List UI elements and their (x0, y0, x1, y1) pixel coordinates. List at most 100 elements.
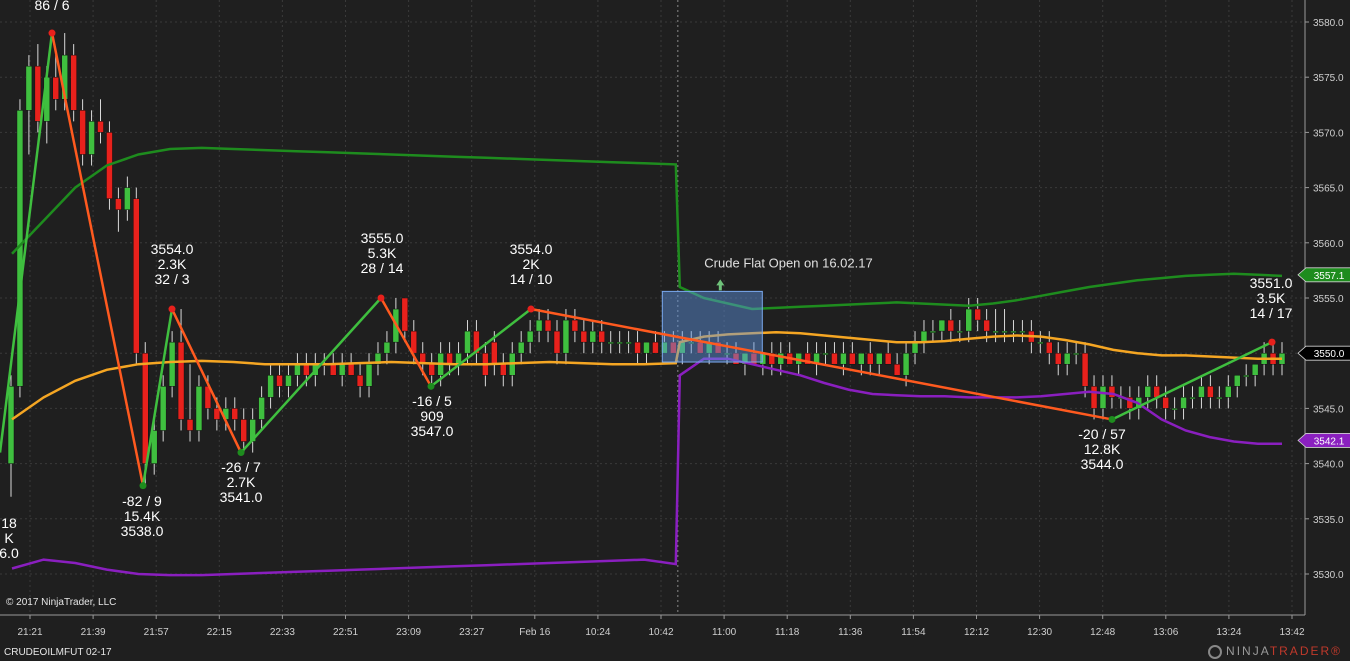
zigzag-point (1268, 338, 1276, 346)
candle-body (902, 352, 910, 376)
swing-label: -20 / 5712.8K3544.0 (1078, 426, 1126, 472)
candle-body (231, 408, 239, 420)
swing-label-line: K (4, 530, 14, 546)
candle-body (133, 198, 140, 354)
zigzag-point (168, 305, 176, 313)
x-tick-label: 11:18 (775, 627, 800, 638)
candle-body (607, 341, 614, 344)
x-tick-label: 12:30 (1027, 627, 1052, 638)
x-tick-label: 11:36 (838, 627, 863, 638)
candle-body (383, 341, 391, 354)
x-tick-label: 13:24 (1216, 627, 1241, 638)
candle-body (115, 198, 122, 210)
zigzag-point (48, 29, 56, 37)
candle-body (1099, 386, 1107, 409)
candle-body (1242, 375, 1250, 378)
candle-body (867, 352, 874, 365)
swing-label: -82 / 915.4K3538.0 (121, 493, 164, 539)
candle-body (186, 419, 194, 431)
x-tick-label: 22:33 (270, 627, 295, 638)
swing-label-line: 3554.0 (510, 241, 553, 257)
y-tick-label: 3530.0 (1313, 570, 1344, 581)
candle-body (938, 319, 946, 332)
candle-body (491, 341, 498, 365)
candle-body (213, 408, 221, 420)
candle-body (553, 330, 561, 354)
swing-label-line: 3544.0 (1081, 456, 1124, 472)
candle-body (365, 363, 373, 387)
price-badge-label: 3557.1 (1314, 271, 1345, 282)
candle-body (329, 363, 337, 376)
x-tick-label: 22:15 (207, 627, 232, 638)
zigzag-point (527, 305, 535, 313)
candle-body (88, 121, 95, 155)
price-badge-label: 3550.0 (1314, 349, 1345, 360)
candle-body (464, 330, 471, 354)
price-chart[interactable]: 3530.0 3535.0 3540.0 3545.0 3550.0 3555.0 3560… (0, 0, 1350, 661)
candle-body (34, 65, 42, 122)
swing-label-line: 3.5K (1257, 290, 1286, 306)
candle-body (1010, 330, 1017, 333)
candle-body (849, 352, 856, 365)
candle-body (884, 352, 892, 365)
swing-label-line: 15.4K (124, 508, 161, 524)
x-tick-label: 23:09 (396, 627, 421, 638)
candle-body (822, 352, 829, 355)
candle-body (965, 308, 972, 332)
ninjatrader-logo: NINJATRADER® (1208, 644, 1342, 659)
price-badge-label: 3542.1 (1314, 436, 1345, 447)
candle-body (1233, 375, 1241, 387)
zigzag-point (237, 449, 245, 457)
candle-body (1171, 408, 1178, 411)
annotation-text: Crude Flat Open on 16.02.17 (704, 255, 872, 270)
candle-body (1001, 330, 1008, 333)
candle-body (276, 375, 283, 387)
x-tick-label: 13:42 (1279, 627, 1304, 638)
candle-body (1108, 386, 1116, 398)
swing-label-line: 2K (522, 256, 540, 272)
y-tick-label: 3570.0 (1313, 128, 1344, 139)
y-tick-label: 3565.0 (1313, 184, 1344, 195)
candle-body (911, 341, 919, 354)
x-tick-label: 21:39 (81, 627, 106, 638)
swing-label-line: 2.7K (227, 474, 256, 490)
swing-label-line: -26 / 7 (221, 459, 261, 475)
swing-label-line: 12.8K (1084, 441, 1121, 457)
candle-body (97, 121, 104, 133)
x-tick-label: 13:06 (1153, 627, 1178, 638)
candle-body (285, 375, 292, 387)
candle-body (7, 386, 15, 464)
candle-body (634, 341, 641, 354)
candle-body (347, 363, 355, 376)
swing-label-line: 3538.0 (121, 523, 164, 539)
instrument-label: CRUDEOILMFUT 02-17 (4, 647, 112, 658)
swing-label-line: 32 / 3 (154, 271, 189, 287)
candle-body (338, 363, 346, 376)
candle-body (1046, 341, 1053, 354)
candle-body (240, 419, 247, 442)
y-tick-label: 3560.0 (1313, 239, 1344, 250)
candle-body (1072, 352, 1080, 355)
swing-label-line: 2.3K (158, 256, 187, 272)
candle-body (1207, 386, 1214, 398)
candle-body (1144, 386, 1151, 398)
swing-label-line: 5.3K (368, 245, 397, 261)
swing-label-line: 909 (420, 408, 444, 424)
candle-body (983, 319, 990, 332)
candle-body (428, 363, 435, 376)
candle-body (562, 319, 570, 354)
swing-label-line: -16 / 5 (412, 393, 452, 409)
x-tick-label: Feb 16 (519, 627, 551, 638)
y-tick-label: 3535.0 (1313, 515, 1344, 526)
candle-body (1081, 352, 1089, 387)
swing-label-line: 86 / 6 (34, 0, 69, 13)
swing-label-line: 28 / 14 (361, 260, 404, 276)
price-badge: 3542.1 (1297, 433, 1350, 448)
swing-label: 86 / 6 (34, 0, 69, 13)
candle-body (25, 65, 33, 111)
zigzag-point (1108, 415, 1116, 423)
candle-body (1162, 397, 1169, 409)
candle-body (571, 319, 579, 332)
candle-body (526, 330, 534, 343)
candle-body (168, 341, 176, 387)
